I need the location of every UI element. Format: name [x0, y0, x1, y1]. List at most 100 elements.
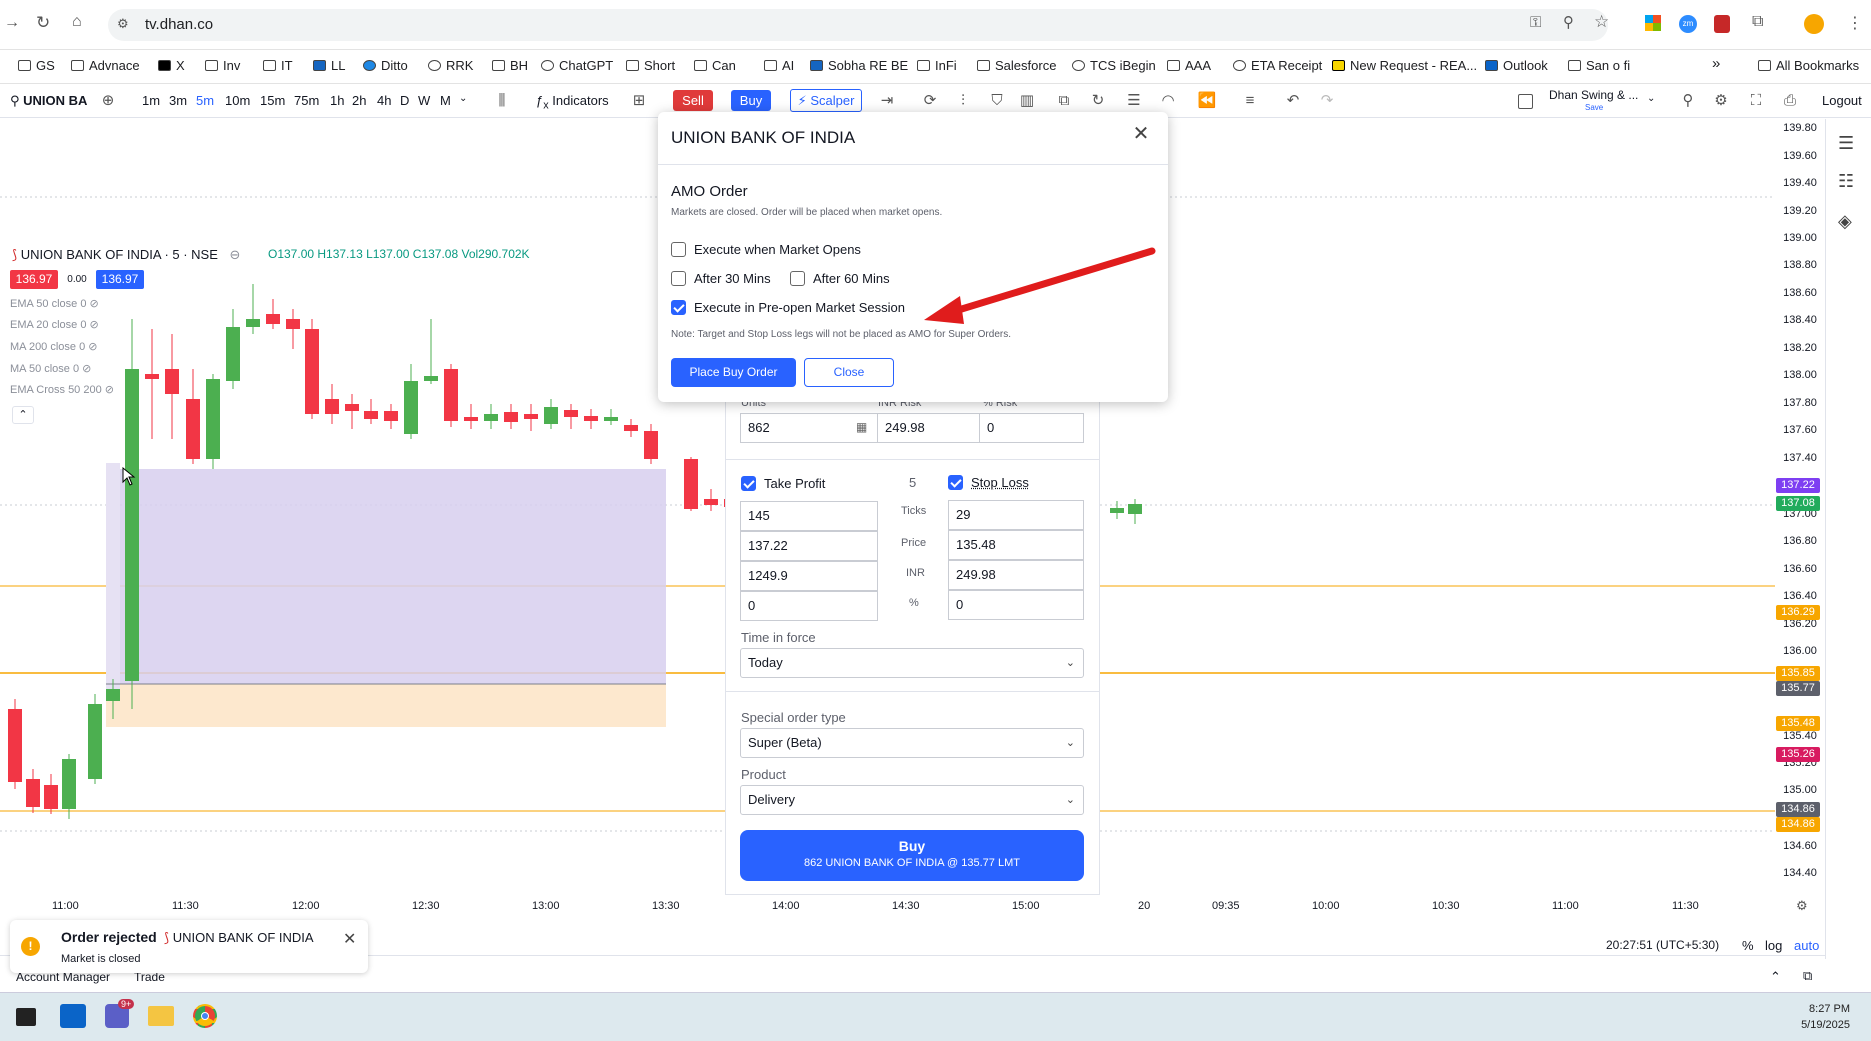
settings-sliders-icon[interactable]: ☰	[1124, 91, 1144, 111]
interval-10m[interactable]: 10m	[225, 93, 250, 108]
log-toggle[interactable]: log	[1765, 938, 1782, 953]
stop-loss-toggle[interactable]: Stop Loss	[948, 475, 1029, 490]
more-bookmarks-button[interactable]: »	[1712, 55, 1720, 72]
bookmark-item[interactable]: RRK	[428, 58, 473, 73]
pct-risk-input[interactable]: 0	[979, 413, 1084, 443]
price-tag-level[interactable]: 134.86	[1776, 817, 1820, 832]
bookmark-item[interactable]: TCS iBegin	[1072, 58, 1156, 73]
interval-1h[interactable]: 1h	[330, 93, 344, 108]
refresh-icon[interactable]: ↻	[1088, 91, 1108, 111]
price-tag-entry[interactable]: 135.77	[1776, 681, 1820, 696]
interval-dropdown-icon[interactable]: ⌄	[459, 93, 467, 104]
templates-icon[interactable]: ⊞	[629, 91, 649, 111]
reload-icon[interactable]: ↻	[36, 13, 50, 33]
sl-pct-input[interactable]: 0	[948, 590, 1084, 620]
bookmark-item[interactable]: IT	[263, 58, 293, 73]
outlook-icon[interactable]	[60, 1004, 86, 1028]
checkbox[interactable]	[671, 271, 686, 286]
tp-price-input[interactable]: 137.22	[740, 531, 878, 561]
fullscreen-icon[interactable]: ⛶	[1746, 91, 1766, 111]
tp-ticks-input[interactable]: 145	[740, 501, 878, 531]
maximize-panel-icon[interactable]: ⧉	[1803, 968, 1812, 984]
indicator-ma50[interactable]: MA 50 close 0 ⊘	[10, 362, 91, 375]
zoom-extension-icon[interactable]: zm	[1679, 15, 1697, 33]
checkbox[interactable]	[790, 271, 805, 286]
product-select[interactable]: Delivery ⌄	[740, 785, 1084, 815]
indicators-button[interactable]: ƒx Indicators	[536, 93, 609, 112]
interval-3m[interactable]: 3m	[169, 93, 187, 108]
percent-toggle[interactable]: %	[1742, 938, 1754, 953]
bookmark-item[interactable]: ChatGPT	[541, 58, 613, 73]
sl-inr-input[interactable]: 249.98	[948, 560, 1084, 590]
profile-avatar[interactable]	[1804, 14, 1824, 34]
collapse-legend-button[interactable]: ⌃	[12, 406, 34, 424]
profit-zone[interactable]	[106, 469, 666, 684]
bookmark-item[interactable]: ETA Receipt	[1233, 58, 1322, 73]
bookmark-item[interactable]: New Request - REA...	[1332, 58, 1477, 73]
shield-extension-icon[interactable]	[1714, 15, 1730, 33]
layers-icon[interactable]: ◈	[1838, 211, 1852, 232]
indicator-ma200[interactable]: MA 200 close 0 ⊘	[10, 340, 98, 353]
pre-open-session-option[interactable]: Execute in Pre-open Market Session	[671, 300, 905, 315]
bookmark-item[interactable]: Advnace	[71, 58, 140, 73]
tray-date[interactable]: 5/19/2025	[1801, 1019, 1850, 1031]
checkbox[interactable]	[671, 300, 686, 315]
address-bar[interactable]	[108, 9, 1608, 41]
interval-15m[interactable]: 15m	[260, 93, 285, 108]
interval-2h[interactable]: 2h	[352, 93, 366, 108]
eye-off-icon[interactable]: ⊘	[105, 384, 114, 396]
compare-add-icon[interactable]: ⊕	[98, 91, 118, 111]
inr-risk-input[interactable]: 249.98	[877, 413, 980, 443]
bookmark-item[interactable]: San o fi	[1568, 58, 1630, 73]
bars-icon[interactable]: ▥	[1017, 91, 1037, 111]
bookmark-item[interactable]: Sobha RE BE	[810, 58, 908, 73]
bookmark-item[interactable]: Can	[694, 58, 736, 73]
layout-save[interactable]: Save	[1585, 103, 1603, 112]
interval-1m[interactable]: 1m	[142, 93, 160, 108]
bookmark-item[interactable]: InFi	[917, 58, 957, 73]
layout-icon[interactable]	[1518, 94, 1533, 109]
auto-toggle[interactable]: auto	[1794, 938, 1819, 953]
loss-zone[interactable]	[106, 684, 666, 727]
logout-button[interactable]: Logout	[1822, 93, 1862, 108]
interval-4h[interactable]: 4h	[377, 93, 391, 108]
office-extension-icon[interactable]	[1645, 15, 1661, 31]
tray-time[interactable]: 8:27 PM	[1809, 1003, 1850, 1015]
price-tag-stop[interactable]: 135.48	[1776, 716, 1820, 731]
layout-dropdown-icon[interactable]: ⌄	[1647, 93, 1655, 104]
alert-icon[interactable]: ⟳	[920, 91, 940, 111]
bookmark-item[interactable]: BH	[492, 58, 528, 73]
key-icon[interactable]: ⚿	[1530, 14, 1541, 31]
close-button[interactable]: Close	[804, 358, 894, 387]
eye-off-icon[interactable]: ⊘	[90, 319, 99, 331]
redo-icon[interactable]: ↷	[1317, 91, 1337, 111]
basket-icon[interactable]: ⛉	[987, 91, 1007, 111]
price-tag-level[interactable]: 135.85	[1776, 666, 1820, 681]
extensions-icon[interactable]: ⧉	[1752, 13, 1763, 31]
checkbox[interactable]	[741, 476, 756, 491]
exit-icon[interactable]: ⇥	[877, 91, 897, 111]
indicator-ema-cross[interactable]: EMA Cross 50 200 ⊘	[10, 383, 114, 396]
sell-button[interactable]: Sell	[673, 90, 713, 111]
file-explorer-icon[interactable]	[148, 1006, 174, 1026]
add-list-icon[interactable]: ☷	[1838, 171, 1854, 192]
bookmark-item[interactable]: AAA	[1167, 58, 1211, 73]
place-buy-order-button[interactable]: Place Buy Order	[671, 358, 796, 387]
collapse-up-icon[interactable]: ⌃	[1770, 969, 1781, 985]
checkbox[interactable]	[671, 242, 686, 257]
url-text[interactable]: tv.dhan.co	[145, 16, 213, 33]
calculator-icon[interactable]: ▦	[856, 420, 867, 434]
home-icon[interactable]: ⌂	[72, 13, 82, 31]
bookmark-item[interactable]: X	[158, 58, 185, 73]
interval-m[interactable]: M	[440, 93, 451, 108]
price-axis[interactable]: 139.80 139.60 139.40 139.20 139.00 138.8…	[1775, 119, 1825, 895]
align-icon[interactable]: ≡	[1240, 91, 1260, 111]
replay-icon[interactable]: ⏪	[1197, 91, 1217, 111]
ask-price[interactable]: 136.97	[96, 270, 144, 289]
close-icon[interactable]: ✕	[1131, 124, 1151, 144]
indicator-ema50[interactable]: EMA 50 close 0 ⊘	[10, 297, 99, 310]
bookmark-item[interactable]: AI	[764, 58, 794, 73]
indicator-ema20[interactable]: EMA 20 close 0 ⊘	[10, 318, 99, 331]
minus-icon[interactable]: ⊖	[230, 247, 241, 262]
checkbox[interactable]	[948, 475, 963, 490]
